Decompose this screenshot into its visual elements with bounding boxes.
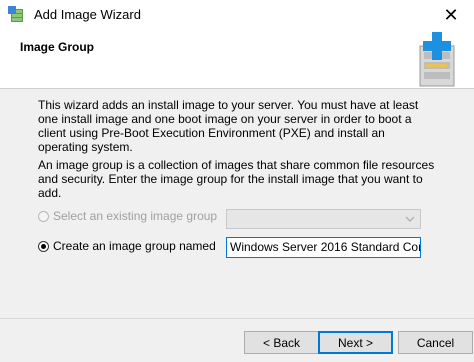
existing-group-select[interactable] bbox=[226, 209, 421, 229]
footer-divider bbox=[0, 318, 474, 319]
cancel-button[interactable]: Cancel bbox=[398, 331, 473, 354]
server-add-icon bbox=[410, 32, 466, 88]
create-group-radio[interactable] bbox=[38, 240, 49, 252]
window-title: Add Image Wizard bbox=[34, 7, 141, 22]
create-group-label: Create an image group named bbox=[53, 239, 216, 253]
existing-group-label: Select an existing image group bbox=[53, 209, 218, 223]
title-bar: Add Image Wizard ✕ bbox=[0, 0, 474, 30]
close-icon: ✕ bbox=[443, 4, 459, 25]
wizard-header: Image Group bbox=[0, 30, 474, 89]
close-button[interactable]: ✕ bbox=[428, 0, 474, 30]
image-group-description: An image group is a collection of images… bbox=[38, 158, 435, 200]
wizard-content: This wizard adds an install image to you… bbox=[0, 89, 474, 315]
wizard-app-icon bbox=[8, 6, 26, 24]
new-group-name-field[interactable]: Windows Server 2016 Standard Core bbox=[226, 237, 421, 258]
existing-group-radio[interactable] bbox=[38, 210, 49, 222]
chevron-down-icon bbox=[405, 212, 415, 226]
create-group-option[interactable]: Create an image group named bbox=[38, 236, 216, 256]
existing-group-option[interactable]: Select an existing image group bbox=[38, 206, 217, 226]
page-title: Image Group bbox=[20, 40, 95, 54]
intro-text: This wizard adds an install image to you… bbox=[38, 98, 419, 154]
next-button[interactable]: Next > bbox=[318, 331, 393, 354]
back-button[interactable]: < Back bbox=[244, 331, 319, 354]
